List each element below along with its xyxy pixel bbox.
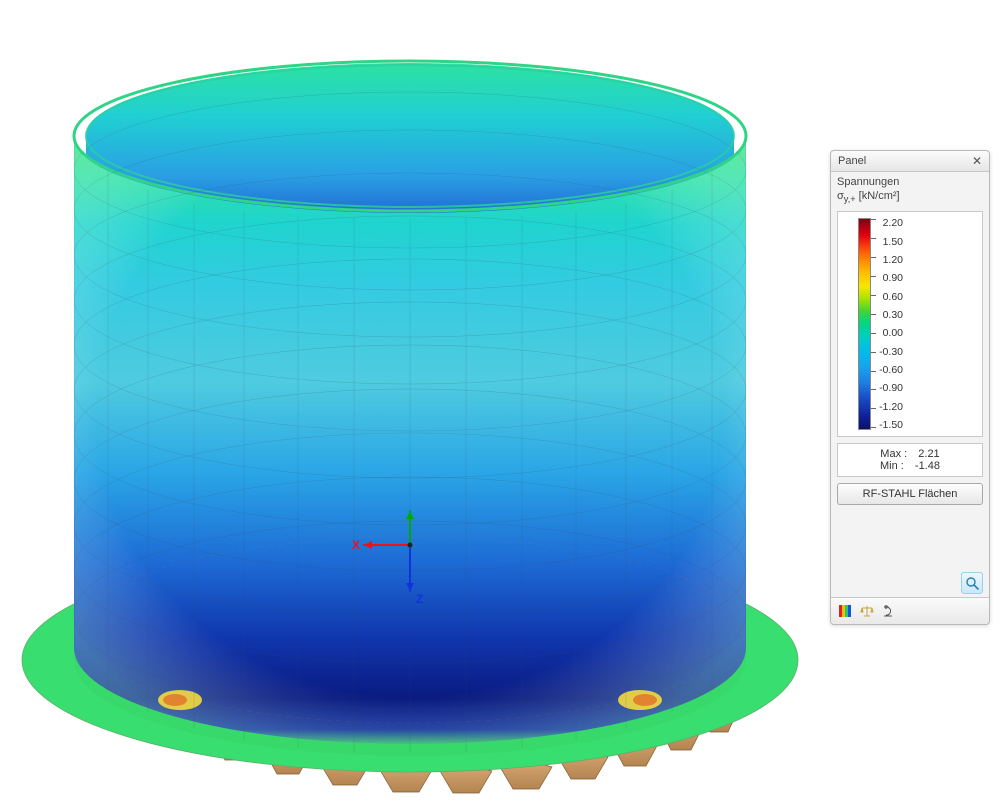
zoom-icon[interactable] [961,572,983,594]
color-bar [858,218,871,430]
balance-icon[interactable] [859,603,875,619]
fem-model-view[interactable]: X Z [0,0,820,800]
result-stats: Max : 2.21 Min : -1.48 [837,443,983,477]
color-legend: 2.20 1.50 1.20 0.90 0.60 0.30 0.00 -0.30… [837,211,983,437]
close-icon[interactable]: ✕ [970,155,984,167]
axis-label-x: X [352,538,360,552]
panel-title: Panel [838,155,866,167]
legend-icon[interactable] [837,603,853,619]
result-name: Spannungen σy,+ [kN/cm²] [837,176,983,205]
panel-titlebar[interactable]: Panel ✕ [831,151,989,172]
module-button[interactable]: RF-STAHL Flächen [837,483,983,505]
panel-footer [831,597,989,624]
legend-labels: 2.20 1.50 1.20 0.90 0.60 0.30 0.00 -0.30… [877,218,903,430]
microscope-icon[interactable] [881,603,897,619]
axis-label-z: Z [416,592,423,606]
results-panel[interactable]: Panel ✕ Spannungen σy,+ [kN/cm²] [830,150,990,625]
